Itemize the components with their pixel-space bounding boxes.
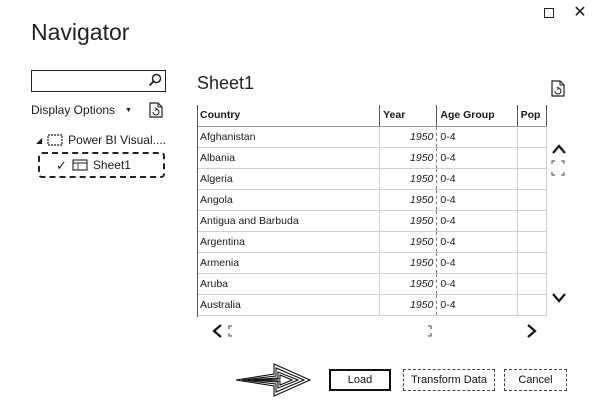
table-row[interactable]: Afghanistan 1950 0-4 [197, 126, 547, 148]
cancel-button[interactable]: Cancel [504, 369, 567, 391]
cell-age-group: 0-4 [436, 189, 518, 211]
column-header-year[interactable]: Year [379, 105, 438, 127]
folder-icon [47, 134, 63, 146]
header-row: Country Year Age Group Pop [197, 105, 547, 127]
search-field[interactable] [31, 70, 166, 92]
cell-year: 1950 [379, 294, 438, 316]
search-icon [148, 73, 162, 87]
grid-border [197, 105, 198, 317]
display-options-label: Display Options [31, 103, 116, 117]
cell-country: Afghanistan [197, 126, 381, 148]
scroll-left-icon[interactable] [211, 323, 225, 339]
tree-child-label: Sheet1 [92, 158, 131, 172]
cell-country: Australia [197, 294, 381, 316]
display-options-dropdown[interactable]: Display Options ▼ [31, 103, 132, 117]
cell-age-group: 0-4 [436, 126, 518, 148]
load-button[interactable]: Load [329, 369, 391, 391]
cell-pop [517, 126, 547, 148]
cell-year: 1950 [379, 147, 438, 169]
horizontal-scrollbar-thumb[interactable] [228, 325, 432, 337]
table-row[interactable]: Aruba 1950 0-4 [197, 273, 547, 295]
scroll-right-icon[interactable] [524, 323, 538, 339]
expand-arrow-icon[interactable]: ◢ [36, 136, 42, 145]
cell-age-group: 0-4 [436, 210, 518, 232]
cell-year: 1950 [379, 168, 438, 190]
cell-age-group: 0-4 [436, 252, 518, 274]
cell-year: 1950 [379, 210, 438, 232]
maximize-icon [544, 8, 554, 18]
table-row[interactable]: Argentina 1950 0-4 [197, 231, 547, 253]
checkbox-checked-icon[interactable]: ✓ [56, 159, 67, 172]
cell-country: Algeria [197, 168, 381, 190]
cell-pop [517, 294, 547, 316]
cell-pop [517, 252, 547, 274]
refresh-icon[interactable] [149, 102, 163, 118]
table-row[interactable]: Albania 1950 0-4 [197, 147, 547, 169]
table-row[interactable]: Algeria 1950 0-4 [197, 168, 547, 190]
cell-age-group: 0-4 [436, 231, 518, 253]
data-preview-grid[interactable]: Country Year Age Group Pop Afghanistan 19… [197, 105, 547, 317]
maximize-button[interactable] [540, 4, 558, 22]
close-icon: ✕ [573, 4, 587, 21]
cell-age-group: 0-4 [436, 294, 518, 316]
cell-year: 1950 [379, 126, 438, 148]
cell-pop [517, 168, 547, 190]
cell-pop [517, 210, 547, 232]
cell-pop [517, 231, 547, 253]
column-header-pop[interactable]: Pop [517, 105, 547, 127]
close-button[interactable]: ✕ [571, 4, 589, 22]
cell-year: 1950 [379, 231, 438, 253]
cell-country: Antigua and Barbuda [197, 210, 381, 232]
column-header-age-group[interactable]: Age Group [436, 105, 518, 127]
cell-year: 1950 [379, 189, 438, 211]
cell-pop [517, 147, 547, 169]
cell-age-group: 0-4 [436, 273, 518, 295]
tree-root-item[interactable]: ◢ Power BI Visual.... [36, 133, 166, 147]
scroll-down-icon[interactable] [551, 292, 567, 304]
window-title: Navigator [31, 19, 130, 45]
table-row[interactable]: Antigua and Barbuda 1950 0-4 [197, 210, 547, 232]
table-icon [72, 159, 88, 171]
column-header-country[interactable]: Country [197, 105, 381, 127]
tree-item-sheet1[interactable]: ✓ Sheet1 [38, 152, 165, 178]
cell-year: 1950 [379, 252, 438, 274]
vertical-scrollbar-thumb[interactable] [551, 160, 565, 176]
refresh-preview-icon[interactable] [551, 80, 565, 97]
annotation-arrow-icon [235, 363, 312, 397]
chevron-down-icon: ▼ [125, 106, 132, 114]
cell-country: Albania [197, 147, 381, 169]
cell-pop [517, 273, 547, 295]
cell-pop [517, 189, 547, 211]
table-row[interactable]: Armenia 1950 0-4 [197, 252, 547, 274]
tree-root-label: Power BI Visual.... [68, 133, 166, 147]
cell-country: Argentina [197, 231, 381, 253]
cell-age-group: 0-4 [436, 168, 518, 190]
table-row[interactable]: Angola 1950 0-4 [197, 189, 547, 211]
scroll-up-icon[interactable] [551, 143, 567, 155]
transform-data-button[interactable]: Transform Data [403, 369, 495, 391]
cell-age-group: 0-4 [436, 147, 518, 169]
cell-country: Aruba [197, 273, 381, 295]
table-row[interactable]: Australia 1950 0-4 [197, 294, 547, 316]
cell-country: Angola [197, 189, 381, 211]
cell-country: Armenia [197, 252, 381, 274]
preview-title: Sheet1 [197, 73, 255, 93]
cell-year: 1950 [379, 273, 438, 295]
